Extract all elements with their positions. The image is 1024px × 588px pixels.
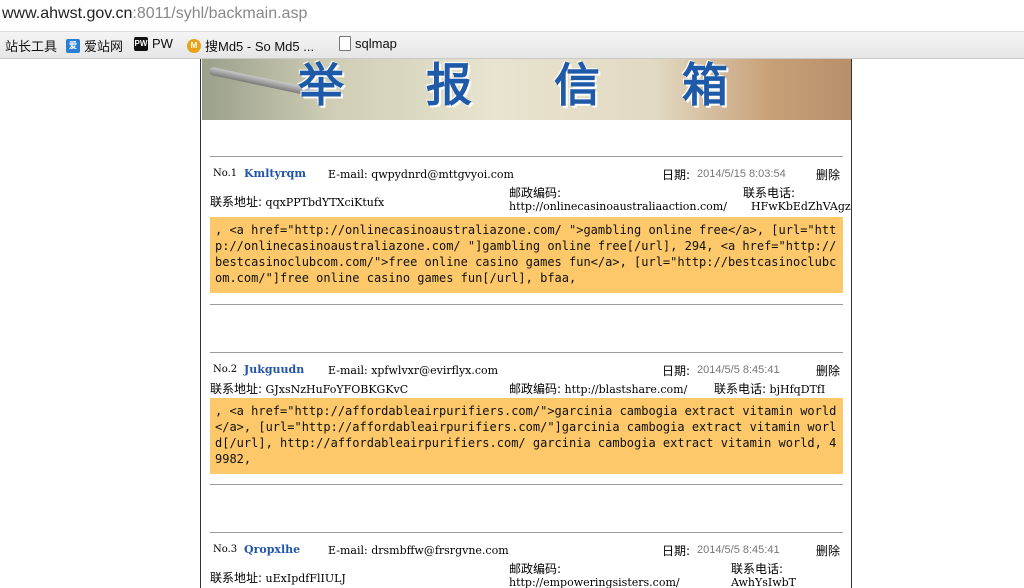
entry-phone: AwhYsIwbT (731, 576, 796, 588)
entry-email: drsmbffw@frsrgvne.com (371, 544, 509, 557)
entry-name-link[interactable]: Qropxlhe (244, 543, 300, 556)
delete-link[interactable]: 删除 (816, 362, 840, 379)
report-mailbox-page: 举 报 信 箱 No.1 Kmltyrqm E-mail: qwpydnrd@m… (200, 59, 852, 588)
email-label: E-mail: (328, 544, 368, 557)
phone-label: 联系电话: (731, 562, 784, 576)
document-icon (339, 36, 351, 51)
banner-char: 箱 (682, 59, 738, 112)
email-label: E-mail: (328, 168, 368, 181)
entry-phone: HFwKbEdZhVAgzqi (751, 200, 852, 213)
bookmarks-bar: 站长工具 爱爱站网 PW PW M 搜Md5 - So Md5 ... sqlmap (0, 32, 1024, 59)
address-label: 联系地址: (210, 382, 263, 396)
entry-postcode: http://blastshare.com/ (564, 383, 688, 396)
email-label: E-mail: (328, 364, 368, 377)
entry-address: GJxsNzHuFoYFOBKGKvC (265, 383, 409, 396)
postcode-label: 邮政编码: (509, 186, 562, 200)
entry-postcode: http://onlinecasinoaustraliaaction.com/ (509, 200, 727, 213)
divider (210, 484, 843, 485)
entry-phone: bjHfqDTfI (769, 383, 826, 396)
phone-label: 联系电话: (714, 382, 767, 396)
bookmark-label: PW (152, 36, 173, 51)
address-label: 联系地址: (210, 195, 263, 209)
bookmark-label: 搜Md5 - So Md5 ... (205, 39, 315, 54)
divider (210, 532, 843, 533)
entry-address: qqxPPTbdYTXciKtufx (265, 196, 385, 209)
entry-name-link[interactable]: Jukguudn (244, 363, 304, 376)
banner-char: 报 (426, 59, 482, 112)
aizhan-icon: 爱 (66, 38, 80, 53)
address-bar[interactable]: www.ahwst.gov.cn:8011/syhl/backmain.asp (0, 0, 1024, 32)
md5-icon: M (187, 38, 201, 53)
entry-number: No.1 (213, 168, 238, 179)
divider (210, 352, 843, 353)
phone-label: 联系电话: (743, 186, 796, 200)
entry-date: 2014/5/5 8:45:41 (697, 364, 780, 376)
pw-icon: PW (134, 36, 148, 51)
url-path: :8011/syhl/backmain.asp (132, 5, 308, 22)
banner-char: 举 (298, 59, 354, 112)
entry-date: 2014/5/5 8:45:41 (697, 544, 780, 556)
entry-number: No.2 (213, 364, 238, 375)
divider (210, 304, 843, 305)
bookmark-sqlmap[interactable]: sqlmap (339, 36, 397, 51)
entry-message: , <a href="http://onlinecasinoaustraliaz… (210, 217, 843, 293)
bookmark-pw[interactable]: PW PW (134, 36, 173, 51)
delete-link[interactable]: 删除 (816, 542, 840, 559)
date-label: 日期: (662, 364, 691, 378)
entry-message: , <a href="http://affordableairpurifiers… (210, 398, 843, 474)
postcode-label: 邮政编码: (509, 382, 562, 396)
bookmark-aizhan[interactable]: 爱爱站网 (66, 36, 123, 55)
bookmark-label: 站长工具 (5, 39, 58, 54)
banner-char: 信 (554, 59, 610, 112)
bookmark-label: sqlmap (355, 36, 397, 51)
report-mailbox-banner: 举 报 信 箱 (202, 59, 851, 120)
url-text[interactable]: www.ahwst.gov.cn:8011/syhl/backmain.asp (2, 5, 307, 23)
bookmark-label: 爱站网 (84, 39, 124, 54)
date-label: 日期: (662, 168, 691, 182)
bookmark-zhanzhang[interactable]: 站长工具 (5, 36, 57, 55)
date-label: 日期: (662, 544, 691, 558)
delete-link[interactable]: 删除 (816, 166, 840, 183)
address-label: 联系地址: (210, 571, 263, 585)
bookmark-somd5[interactable]: M 搜Md5 - So Md5 ... (187, 36, 314, 55)
postcode-label: 邮政编码: (509, 562, 562, 576)
entry-email: qwpydnrd@mttgvyoi.com (371, 168, 514, 181)
entry-date: 2014/5/15 8:03:54 (697, 168, 786, 180)
url-host: www.ahwst.gov.cn (2, 5, 133, 22)
entry-address: uExIpdfFlIULJ (265, 572, 346, 585)
entry-number: No.3 (213, 544, 238, 555)
divider (210, 156, 843, 157)
entry-name-link[interactable]: Kmltyrqm (244, 167, 306, 180)
banner-title: 举 报 信 箱 (298, 59, 738, 115)
entry-postcode: http://empoweringsisters.com/ (509, 576, 680, 588)
entry-email: xpfwlvxr@evirflyx.com (371, 364, 499, 377)
